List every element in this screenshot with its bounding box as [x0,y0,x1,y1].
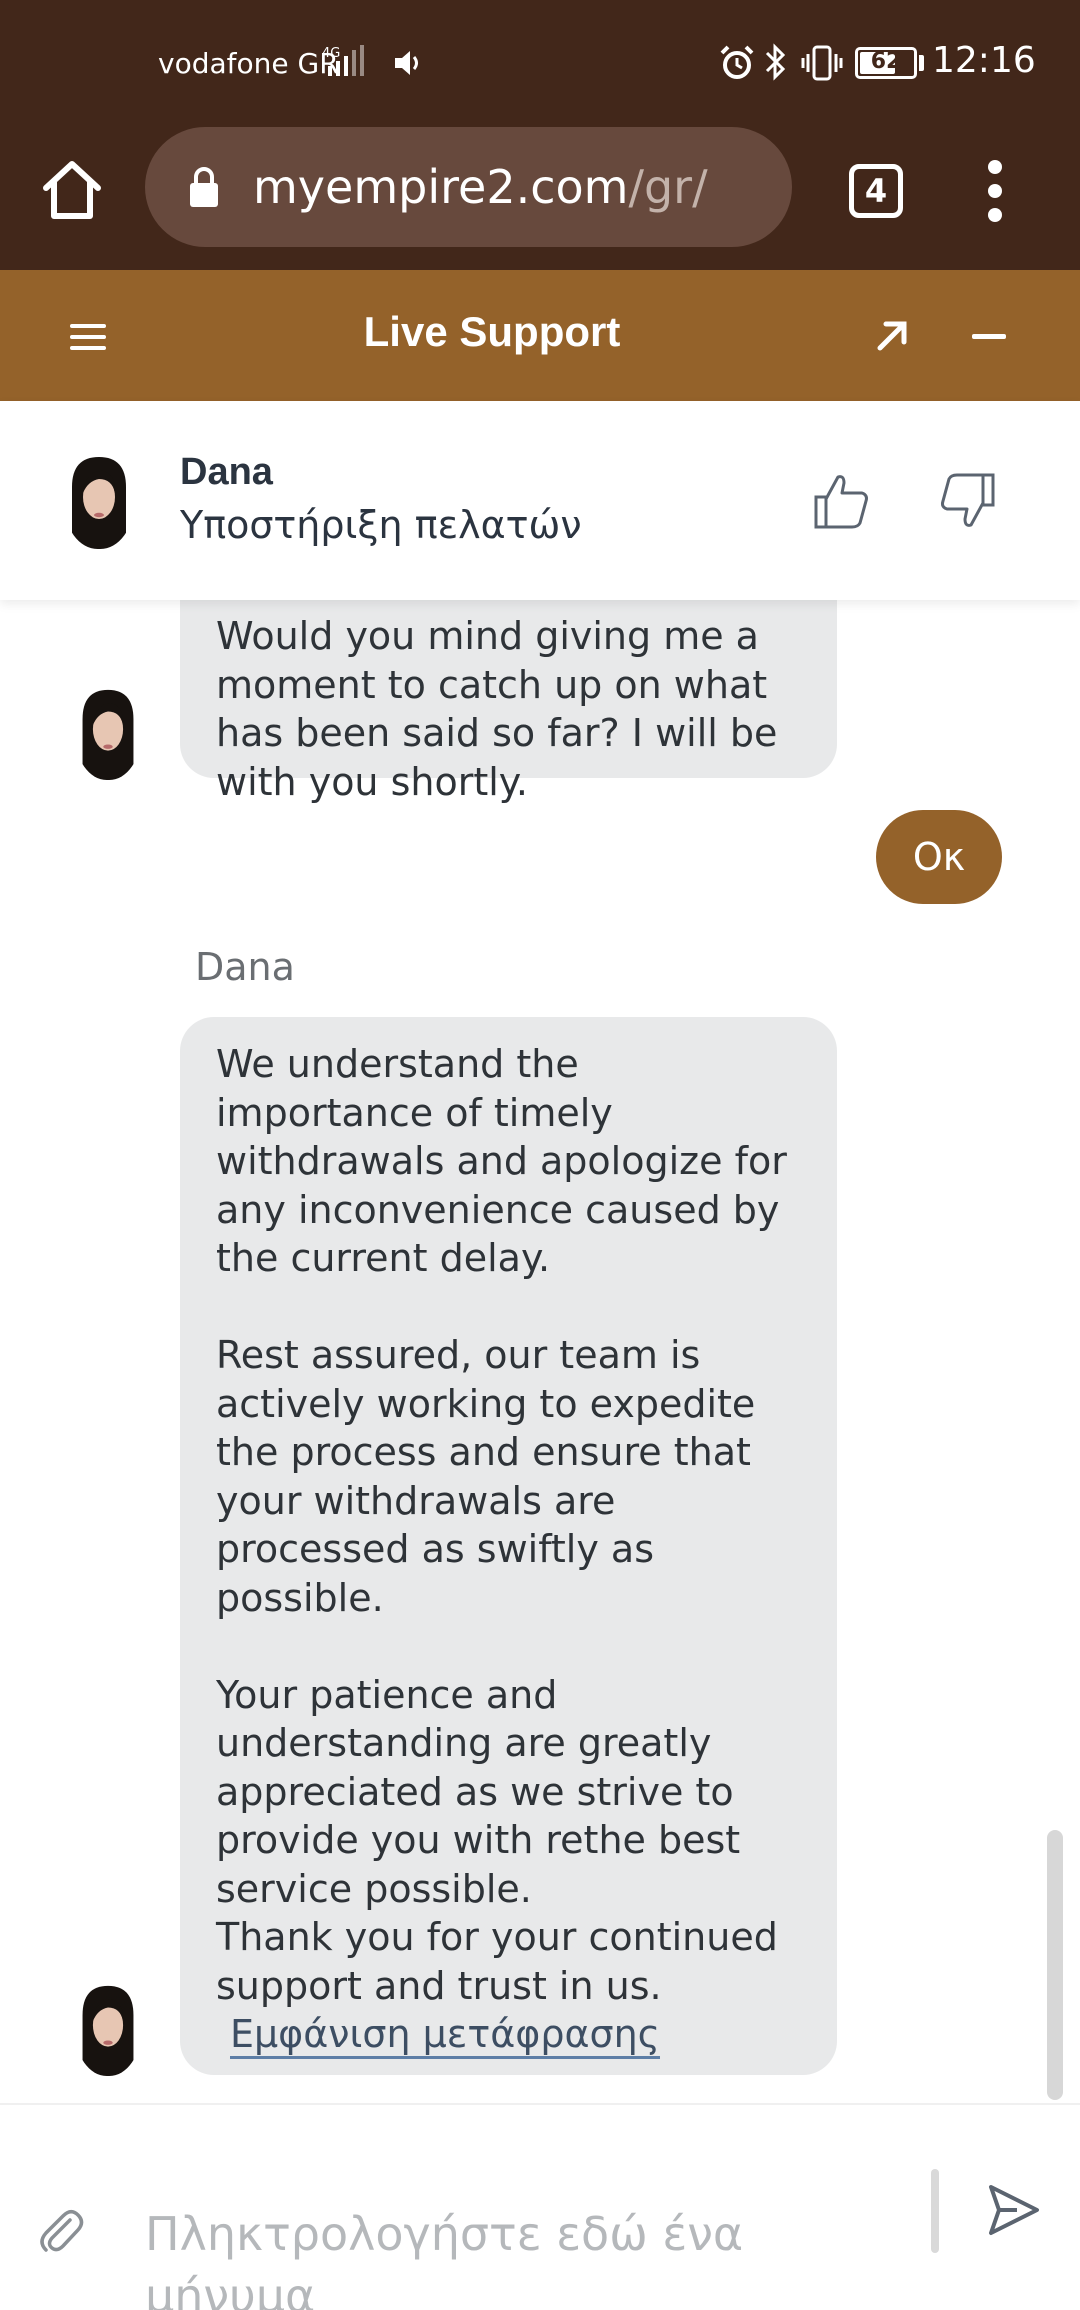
signal-icon: 4G [322,45,364,76]
agent-role: Υποστήριξη πελατών [180,503,582,547]
user-message-bubble: Οκ [876,810,1002,904]
popout-icon[interactable] [870,314,914,358]
carrier-name: vodafone GR [158,47,339,80]
url-text: myempire2.com/gr/ [253,160,708,214]
message-text: We understand the importance of timely w… [216,1042,787,2008]
agent-name: Dana [180,451,273,493]
message-composer [0,2103,1080,2310]
message-avatar [75,1982,141,2076]
minimize-icon[interactable] [966,330,1014,342]
address-bar[interactable]: myempire2.com/gr/ [145,127,792,247]
clock: 12:16 [932,40,1036,81]
bluetooth-icon [765,43,786,81]
url-host: myempire2.com [253,160,629,214]
composer-divider [931,2169,939,2253]
support-header: Live Support [0,270,1080,401]
agent-info: Dana Υποστήριξη πελατών [0,401,1080,600]
message-input[interactable] [145,2203,925,2310]
tabs-icon[interactable]: 4 [849,164,903,218]
thumbs-down-icon[interactable] [935,469,999,533]
agent-message-bubble: We understand the importance of timely w… [180,1017,837,2075]
more-vert-icon[interactable] [976,156,1016,226]
status-bar: vodafone GR 4G 62 12:16 [0,0,1080,122]
support-title: Live Support [363,308,621,355]
send-icon[interactable] [987,2183,1041,2237]
chat-scrollbar[interactable] [1047,1830,1063,2100]
sender-label: Dana [195,945,295,989]
message-avatar [75,686,141,780]
volume-icon [395,51,418,75]
chat-transcript[interactable]: Would you mind giving me a moment to cat… [0,600,1080,2103]
battery-level: 62 [870,49,902,74]
vibrate-icon [801,45,843,81]
show-translation-link[interactable]: Εμφάνιση μετάφρασης [230,2012,660,2059]
lock-icon [190,167,218,207]
thumbs-up-icon[interactable] [810,469,874,533]
battery-indicator: 62 [855,47,917,79]
alarm-icon [720,45,754,79]
url-path: /gr/ [628,160,708,214]
home-icon[interactable] [36,154,108,226]
browser-toolbar: myempire2.com/gr/ 4 [0,122,1080,270]
agent-message-bubble: Would you mind giving me a moment to cat… [180,600,837,804]
attach-icon[interactable] [36,2202,84,2258]
network-type: 4G [322,46,340,61]
agent-avatar [64,453,134,549]
